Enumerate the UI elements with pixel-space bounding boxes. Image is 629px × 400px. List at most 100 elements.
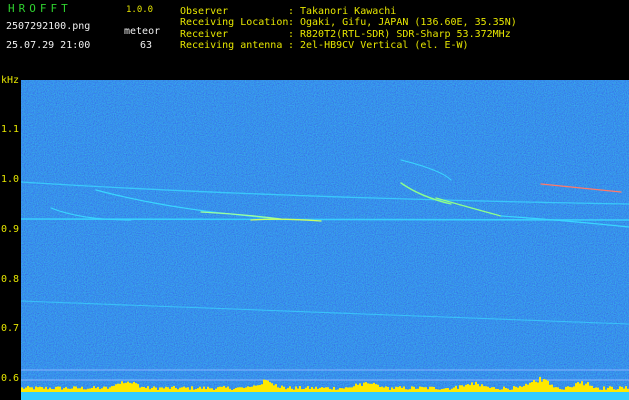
power-bar [123, 383, 125, 392]
power-bar [33, 389, 35, 392]
power-bar [359, 383, 361, 392]
power-bar [171, 386, 173, 392]
antenna-sep: : [288, 40, 295, 51]
power-bar [479, 386, 481, 392]
power-bar [413, 386, 415, 392]
power-bar [607, 387, 609, 392]
power-bar [77, 388, 79, 392]
power-bar [151, 387, 153, 392]
location-sep: : [288, 17, 295, 28]
power-bar [543, 379, 545, 392]
power-bar [345, 387, 347, 392]
power-bar [521, 386, 523, 392]
power-bar [555, 387, 557, 392]
power-bar [247, 386, 249, 392]
power-bar [315, 386, 317, 392]
power-bar [235, 387, 237, 392]
power-bar [149, 389, 151, 392]
power-bar [23, 388, 25, 392]
power-bar [99, 389, 101, 392]
power-bar [215, 388, 217, 392]
power-bar [285, 389, 287, 392]
power-bar [313, 388, 315, 392]
power-bar [341, 388, 343, 392]
power-bar [117, 383, 119, 392]
power-bar [317, 388, 319, 392]
power-bar [571, 387, 573, 392]
power-bar [67, 388, 69, 392]
power-bar [485, 386, 487, 392]
y-tick-label: 1.0 [1, 174, 20, 185]
power-bar [421, 386, 423, 392]
power-bar [97, 386, 99, 392]
power-bar [211, 388, 213, 392]
power-bar [503, 386, 505, 392]
power-bar [305, 387, 307, 392]
power-bar [263, 379, 265, 392]
power-bar [455, 385, 457, 392]
power-bar [105, 386, 107, 392]
power-bar [191, 386, 193, 392]
power-bar [509, 389, 511, 392]
power-bar [573, 386, 575, 392]
power-bar [181, 387, 183, 392]
power-bar [611, 386, 613, 392]
power-bar [281, 385, 283, 392]
power-bar [65, 387, 67, 392]
power-bar [513, 386, 515, 392]
power-bar [567, 386, 569, 392]
power-baseline [21, 392, 629, 400]
power-bar [83, 389, 85, 392]
power-bar [267, 380, 269, 392]
power-bar [311, 387, 313, 392]
power-bar [57, 386, 59, 392]
power-bar [385, 386, 387, 392]
power-bar [229, 388, 231, 392]
power-bar [493, 387, 495, 392]
power-bar [321, 387, 323, 392]
power-bar [597, 387, 599, 392]
power-bar [445, 388, 447, 392]
power-bar [85, 389, 87, 392]
power-bar [453, 387, 455, 392]
power-bar [519, 386, 521, 392]
power-bar [487, 386, 489, 392]
power-bar [559, 388, 561, 392]
power-bar [225, 387, 227, 392]
power-bar [245, 387, 247, 392]
power-bar [331, 389, 333, 392]
y-axis-unit: kHz [1, 75, 20, 86]
power-bar [547, 380, 549, 392]
power-bar [425, 387, 427, 392]
power-bar [135, 383, 137, 392]
power-bar [327, 387, 329, 392]
power-bar [51, 389, 53, 392]
power-bar [489, 387, 491, 392]
power-bar [173, 386, 175, 392]
power-bar [343, 388, 345, 392]
power-bar [255, 385, 257, 392]
power-bar [41, 387, 43, 392]
power-bar [525, 383, 527, 392]
power-bar [223, 386, 225, 392]
power-bar [451, 388, 453, 392]
power-bar [475, 381, 477, 392]
power-bar [605, 389, 607, 392]
power-bar [371, 383, 373, 392]
power-bar [81, 386, 83, 392]
power-bar [427, 389, 429, 392]
meteor-label: meteor [124, 26, 161, 37]
power-bar [441, 389, 443, 392]
power-bar [43, 388, 45, 392]
power-bar [361, 385, 363, 392]
power-bar [177, 389, 179, 392]
spectrogram-panel [21, 80, 629, 400]
power-bar [219, 386, 221, 392]
power-bar [471, 382, 473, 392]
power-bar [433, 386, 435, 392]
power-bar [277, 387, 279, 392]
power-bar [259, 384, 261, 392]
power-bar [511, 389, 513, 392]
power-bar [159, 387, 161, 392]
power-bar [111, 386, 113, 392]
